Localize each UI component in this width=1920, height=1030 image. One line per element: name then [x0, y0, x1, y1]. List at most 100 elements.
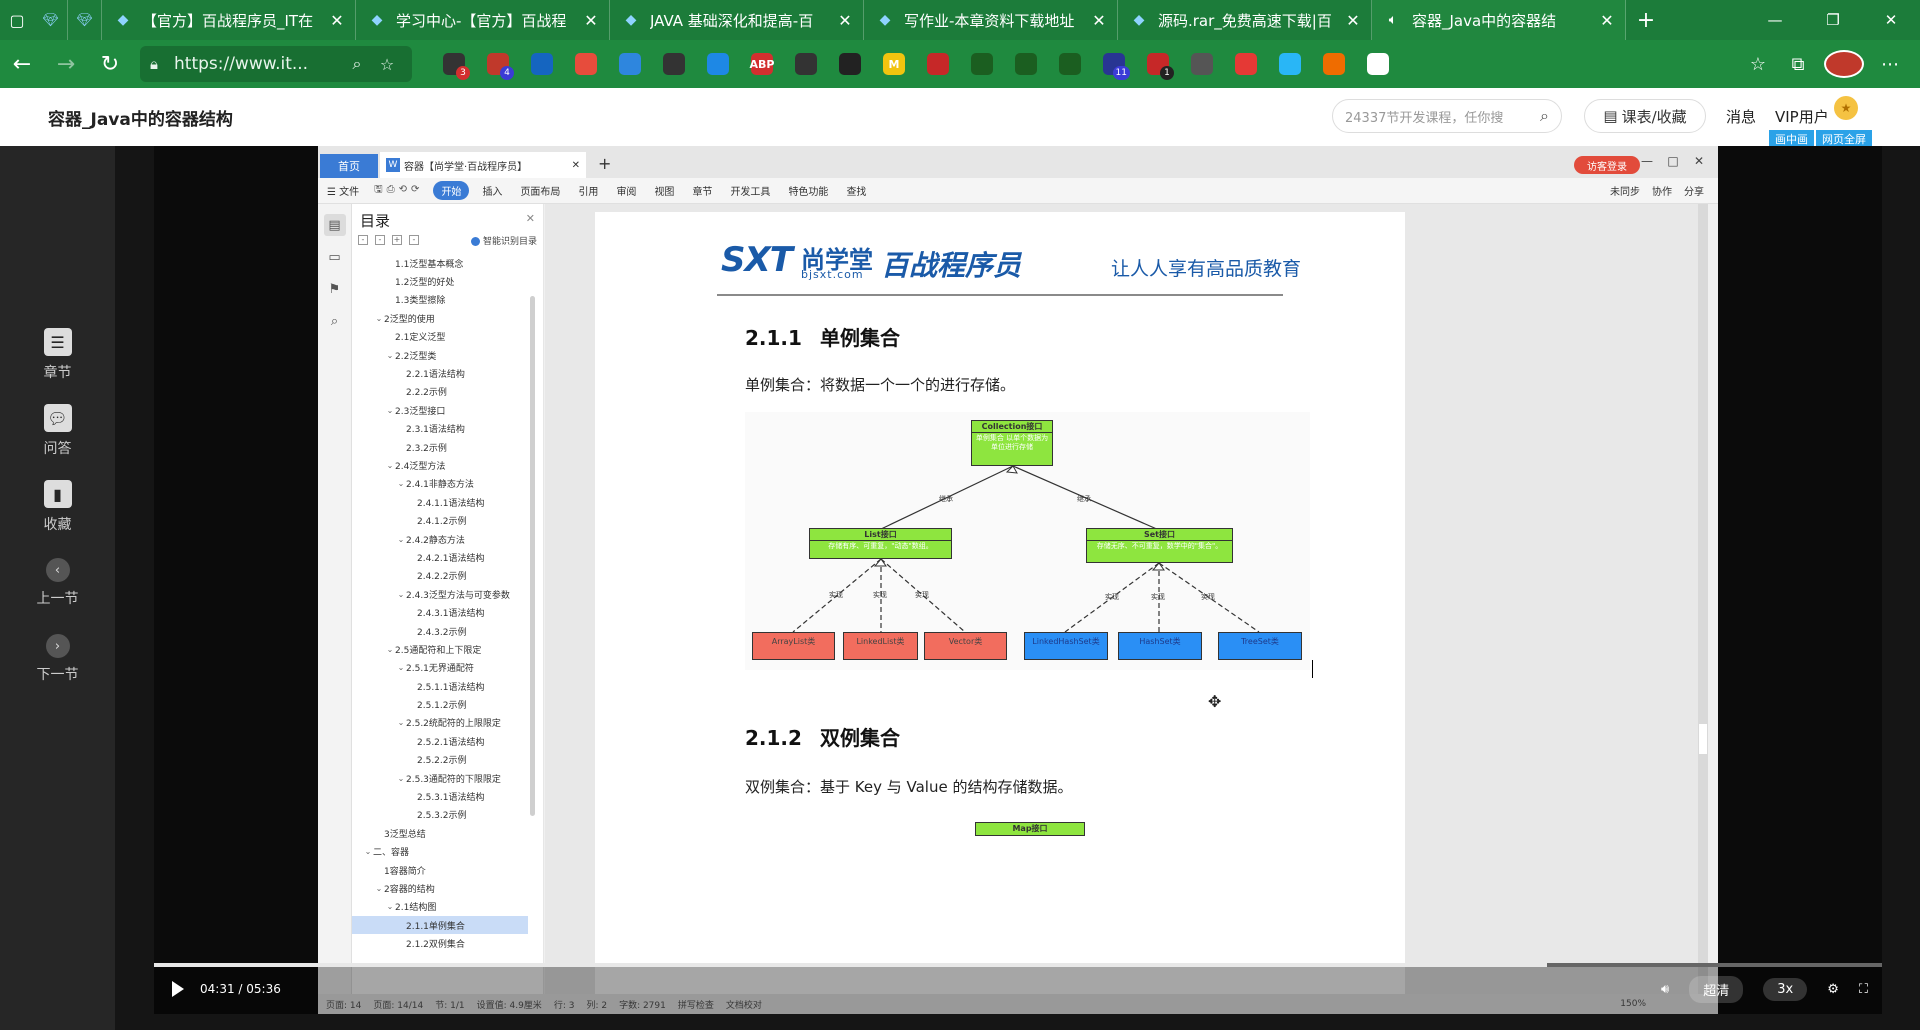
minimize-icon: — — [1641, 154, 1653, 168]
speed-button[interactable]: 3x — [1763, 978, 1808, 1001]
browser-tab[interactable]: 💎︎ — [68, 0, 102, 40]
video-controls: 04:31 / 05:36 🔊︎ 超清 3x ⚙ ⛶ — [154, 967, 1882, 1014]
puzzle-icon[interactable] — [1356, 40, 1400, 88]
file-menu: ☰ 文件 — [327, 187, 360, 198]
window-controls: — ❐ ✕ — [1746, 0, 1920, 40]
browser-tab[interactable]: 🔈︎ 容器_Java中的容器结 ✕ — [1372, 0, 1626, 40]
logo-sxt: SXT — [721, 240, 793, 280]
zoom-icon[interactable]: ⌕ — [342, 54, 372, 74]
tab-close-icon[interactable]: ✕ — [1599, 11, 1615, 30]
circle-icon[interactable] — [1268, 40, 1312, 88]
volume-icon[interactable]: 🔊︎ — [1661, 982, 1669, 997]
toc-item-label: 2.5.1.1语法结构 — [417, 682, 485, 693]
camera-icon[interactable] — [1180, 40, 1224, 88]
shield-block-icon[interactable] — [916, 40, 960, 88]
extension-glyph — [795, 53, 817, 75]
more-menu-icon[interactable]: ⋯ — [1870, 54, 1910, 75]
messages-link[interactable]: 消息 — [1726, 106, 1756, 127]
bookmark-icon: ▮ — [43, 480, 72, 508]
tab-close-icon[interactable]: ✕ — [837, 11, 853, 30]
tab-close-icon[interactable]: ✕ — [329, 11, 345, 30]
abp-icon[interactable]: ABP — [740, 40, 784, 88]
mountain-icon[interactable] — [784, 40, 828, 88]
toc-item-label: 2.3.2示例 — [406, 443, 447, 454]
pie-icon[interactable] — [1224, 40, 1268, 88]
new-tab-button[interactable]: + — [1626, 0, 1666, 40]
bookmark-icon: ⚑ — [328, 281, 341, 297]
diamond-icon[interactable] — [1004, 40, 1048, 88]
record-icon[interactable]: 3 — [432, 40, 476, 88]
search-box[interactable]: 24337节开发课程，任你搜 ⌕ — [1332, 99, 1562, 133]
browser-tab[interactable]: ◆ 写作业-本章资料下载地址 ✕ — [864, 0, 1118, 40]
fullscreen-icon[interactable]: ⛶ — [1859, 982, 1868, 997]
grid-icon[interactable] — [608, 40, 652, 88]
toc-item-label: 2.2泛型类 — [395, 351, 437, 362]
sidebar-item-bookmark[interactable]: ▮ 收藏 — [0, 480, 115, 534]
doc-icon: W — [386, 158, 400, 172]
favorite-star-icon[interactable]: ☆ — [372, 55, 402, 74]
sidebar-item-chapters[interactable]: ☰ 章节 — [0, 328, 115, 382]
tab-close-icon[interactable]: ✕ — [1091, 11, 1107, 30]
settings-gear-icon[interactable]: ⚙ — [1827, 982, 1839, 997]
browser-tab[interactable]: ◆ 学习中心-【官方】百战程 ✕ — [356, 0, 610, 40]
linkedhashset-node: LinkedHashSet类 — [1024, 632, 1108, 660]
toc-item-label: 2.5.3.1语法结构 — [417, 793, 485, 804]
toc-item: 2.5.3.1语法结构 — [352, 787, 528, 805]
calc-icon[interactable] — [652, 40, 696, 88]
chevron-down-icon: ⌄ — [386, 405, 394, 415]
game-icon[interactable]: 4 — [476, 40, 520, 88]
toc-item: 2.3.1语法结构 — [352, 420, 528, 438]
back-icon[interactable]: ← — [0, 40, 44, 88]
quality-button[interactable]: 超清 — [1689, 976, 1744, 1003]
course-favorites-label: 课表/收藏 — [1621, 107, 1687, 126]
close-window-icon[interactable]: ✕ — [1862, 0, 1920, 40]
extension-badge: 11 — [1112, 66, 1130, 80]
heading-number: 2.1.2 — [745, 726, 802, 750]
profile-avatar[interactable] — [1824, 50, 1864, 78]
node-desc: 单例集合 以单个数据为单位进行存储 — [975, 434, 1049, 451]
browser-tab[interactable]: ◆ 【官方】百战程序员_IT在 ✕ — [102, 0, 356, 40]
browser-tab[interactable]: 💎︎ — [34, 0, 68, 40]
course-favorites-button[interactable]: ▤ 课表/收藏 — [1584, 99, 1706, 133]
wps-tab-bar: 首页 W 容器【尚学堂·百战程序员】 ✕ + 访客登录 — □ ✕ — [318, 146, 1718, 178]
gem-icon[interactable] — [696, 40, 740, 88]
search-icon[interactable]: ⌕ — [1540, 106, 1549, 126]
browser-tab[interactable]: ◆ 源码.rar_免费高速下载|百 ✕ — [1118, 0, 1372, 40]
dice-icon[interactable]: 1 — [1136, 40, 1180, 88]
reload-icon[interactable]: ↻ — [88, 40, 132, 88]
toc-item: ⌄ 2.4泛型方法 — [352, 456, 528, 474]
vip-user-label[interactable]: VIP用户 — [1775, 106, 1829, 127]
toc-item-label: 2.1结构图 — [395, 903, 437, 914]
sidebar-item-next[interactable]: › 下一节 — [0, 634, 115, 684]
tab-close-icon[interactable]: ✕ — [1345, 11, 1361, 30]
restore-icon[interactable]: ❐ — [1804, 0, 1862, 40]
brace-icon[interactable] — [1048, 40, 1092, 88]
sidebar-item-prev[interactable]: ‹ 上一节 — [0, 558, 115, 608]
address-bar[interactable]: 🔒︎ https://www.it... ⌕ ☆ — [140, 46, 412, 82]
toc-item: 2.4.1.2示例 — [352, 511, 528, 529]
favorites-icon[interactable]: ☆ — [1738, 54, 1778, 75]
browser-tab[interactable]: ◆ JAVA 基础深化和提高-百 ✕ — [610, 0, 864, 40]
play-icon[interactable] — [172, 981, 184, 997]
tab-actions-icon[interactable]: ▢ — [0, 0, 34, 40]
collections-icon[interactable]: ⧉ — [1778, 54, 1818, 75]
m-icon[interactable]: M — [872, 40, 916, 88]
fox-icon[interactable] — [1312, 40, 1356, 88]
hat-icon[interactable]: 11 — [1092, 40, 1136, 88]
toc-item-label: 2.4.3泛型方法与可变参数 — [406, 590, 510, 601]
toc-item: 2.1.1单例集合 — [352, 916, 528, 935]
toc-item: 3泛型总结 — [352, 824, 528, 842]
ribbon-action: 协作 — [1652, 187, 1672, 198]
sidebar-item-qa[interactable]: 💬︎ 问答 — [0, 404, 115, 458]
ribbon-tab: 审阅 — [616, 187, 637, 198]
tiktok-icon[interactable] — [520, 40, 564, 88]
tab-close-icon[interactable]: ✕ — [583, 11, 599, 30]
forward-icon[interactable]: → — [44, 40, 88, 88]
toc-item: ⌄ 2.5通配符和上下限定 — [352, 640, 528, 658]
toc-item: ⌄ 2.5.3通配符的下限限定 — [352, 769, 528, 787]
minimize-icon[interactable]: — — [1746, 0, 1804, 40]
asterisk-icon[interactable] — [828, 40, 872, 88]
tab-title: JAVA 基础深化和提高-百 — [650, 11, 814, 30]
note-icon[interactable] — [564, 40, 608, 88]
fx-icon[interactable] — [960, 40, 1004, 88]
